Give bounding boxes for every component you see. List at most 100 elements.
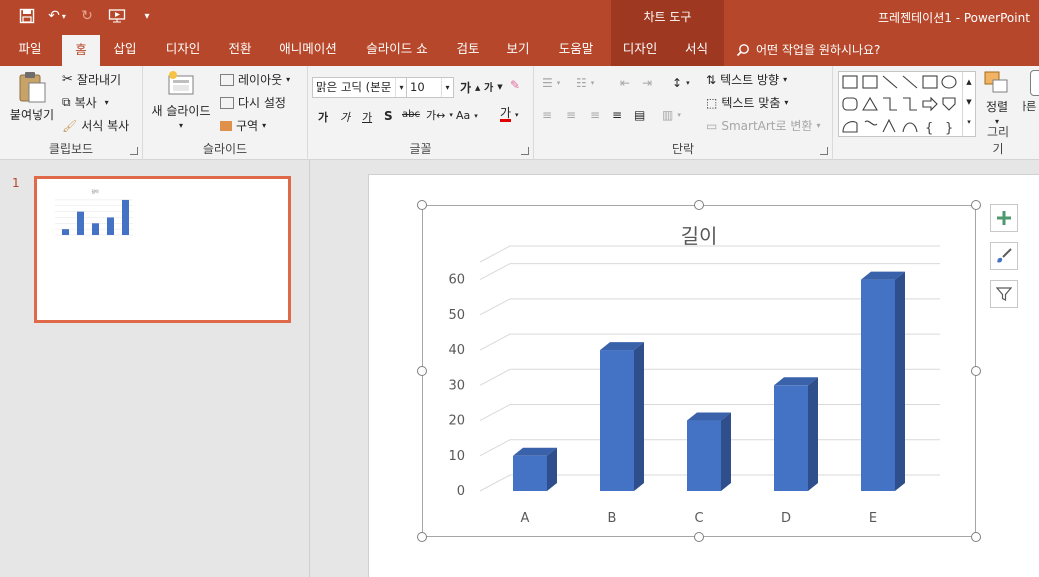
resize-handle-left[interactable] bbox=[417, 366, 427, 376]
redo-icon[interactable]: ↻ bbox=[78, 6, 96, 26]
tab-design[interactable]: 디자인 bbox=[158, 34, 208, 66]
tab-review[interactable]: 검토 bbox=[448, 34, 488, 66]
reset-button[interactable]: 다시 설정 bbox=[220, 94, 286, 111]
chart-styles-button[interactable] bbox=[990, 242, 1018, 270]
bar-front bbox=[861, 279, 895, 491]
tab-chart-format[interactable]: 서식 bbox=[669, 34, 724, 66]
shapes-gallery[interactable]: {} ▲ ▼ ▾ bbox=[838, 71, 976, 137]
slide-number: 1 bbox=[12, 176, 20, 190]
bold-icon[interactable]: 가 bbox=[318, 109, 328, 125]
resize-handle-bottom-right[interactable] bbox=[971, 532, 981, 542]
tab-insert[interactable]: 삽입 bbox=[105, 34, 145, 66]
tab-help[interactable]: 도움말 bbox=[548, 34, 604, 66]
arrange-button[interactable]: 정렬 ▾ bbox=[983, 70, 1011, 126]
y-tick-label: 40 bbox=[448, 343, 465, 358]
bar-A[interactable] bbox=[513, 447, 557, 491]
distributed-icon[interactable]: ▤ bbox=[634, 108, 645, 122]
font-size-combo[interactable]: 10 ▾ bbox=[406, 77, 454, 98]
thumbnail-bar bbox=[77, 211, 84, 235]
y-axis-labels: 0 10 20 30 40 50 60 bbox=[448, 273, 465, 499]
paragraph-launcher-icon[interactable] bbox=[820, 147, 828, 155]
strikethrough-icon[interactable]: abc bbox=[402, 109, 420, 120]
chart-object[interactable]: 길이 0 10 20 30 40 50 60 A B C D E bbox=[422, 205, 976, 537]
save-icon[interactable] bbox=[18, 6, 36, 26]
align-right-icon[interactable]: ≡ bbox=[590, 108, 600, 122]
undo-icon[interactable]: ↶ ▾ bbox=[48, 6, 66, 26]
underline-icon[interactable]: 가 bbox=[362, 109, 372, 125]
document-title: 프레젠테이션1 - PowerPoint bbox=[878, 11, 1030, 25]
chart-filters-button[interactable] bbox=[990, 280, 1018, 308]
bar-C[interactable] bbox=[687, 412, 731, 491]
clear-formatting-icon[interactable]: ✎ bbox=[510, 78, 520, 92]
tab-animations[interactable]: 애니메이션 bbox=[272, 34, 344, 66]
column-chart[interactable]: 길이 0 10 20 30 40 50 60 A B C D E bbox=[423, 206, 975, 536]
resize-handle-right[interactable] bbox=[971, 366, 981, 376]
font-color-icon[interactable]: 가 ▾ bbox=[500, 107, 519, 122]
resize-handle-top[interactable] bbox=[694, 200, 704, 210]
font-name-combo[interactable]: 맑은 고딕 (본문 ▾ bbox=[312, 77, 408, 98]
group-label-font: 글꼴 bbox=[409, 142, 432, 156]
align-center-icon[interactable]: ≡ bbox=[566, 108, 576, 122]
brush-icon bbox=[997, 248, 1012, 263]
section-icon bbox=[220, 120, 232, 131]
line-spacing-icon[interactable]: ↕ ▾ bbox=[672, 76, 690, 90]
tab-view[interactable]: 보기 bbox=[498, 34, 538, 66]
align-left-icon[interactable]: ≡ bbox=[542, 108, 552, 122]
section-button[interactable]: 구역 ▾ bbox=[220, 117, 266, 134]
font-launcher-icon[interactable] bbox=[521, 147, 529, 155]
copy-button[interactable]: ⧉ 복사 ▾ bbox=[62, 94, 109, 111]
tab-file[interactable]: 파일 bbox=[6, 34, 54, 66]
text-direction-button[interactable]: ⇅ 텍스트 방향 ▾ bbox=[706, 71, 787, 88]
bar-D[interactable] bbox=[774, 377, 818, 491]
bar-E[interactable] bbox=[861, 271, 905, 491]
quick-styles-button[interactable]: 빠른 스타일 bbox=[1023, 70, 1039, 114]
customize-qat-icon[interactable]: ▾ bbox=[138, 6, 156, 26]
convert-smartart-button[interactable]: ▭ SmartArt로 변환 ▾ bbox=[706, 117, 820, 134]
bar-B[interactable] bbox=[600, 342, 644, 491]
tell-me-box[interactable]: 어떤 작업을 원하시나요? bbox=[736, 34, 880, 66]
increase-font-size-icon[interactable]: 가 ▲ bbox=[460, 79, 480, 96]
bullets-icon[interactable]: ☰ ▾ bbox=[542, 76, 560, 90]
resize-handle-top-left[interactable] bbox=[417, 200, 427, 210]
decrease-font-size-icon[interactable]: 가 ▼ bbox=[484, 79, 503, 95]
clipboard-launcher-icon[interactable] bbox=[130, 147, 138, 155]
character-spacing-icon[interactable]: 가↔ ▾ bbox=[426, 107, 453, 123]
italic-icon[interactable]: 가 bbox=[340, 109, 350, 125]
resize-handle-bottom[interactable] bbox=[694, 532, 704, 542]
shapes-gallery-scroll[interactable]: ▲ ▼ ▾ bbox=[962, 72, 975, 136]
x-tick-label: C bbox=[694, 511, 703, 526]
cut-button[interactable]: ✂ 잘라내기 bbox=[62, 71, 121, 88]
y-tick-label: 60 bbox=[448, 273, 465, 288]
x-tick-label: D bbox=[781, 511, 791, 526]
new-slide-button[interactable]: 새 슬라이드 ▾ bbox=[149, 70, 213, 130]
start-from-beginning-icon[interactable] bbox=[108, 6, 126, 26]
chevron-down-icon[interactable]: ▼ bbox=[963, 92, 975, 112]
columns-icon[interactable]: ▥ ▾ bbox=[662, 108, 681, 122]
tab-slideshow[interactable]: 슬라이드 쇼 bbox=[356, 34, 438, 66]
chart-tools-title: 차트 도구 bbox=[643, 10, 692, 24]
justify-icon[interactable]: ≡ bbox=[612, 108, 622, 122]
chevron-up-icon[interactable]: ▲ bbox=[963, 72, 975, 92]
paste-button[interactable]: 붙여넣기 bbox=[8, 70, 56, 123]
group-paragraph: ☰ ▾ ☷ ▾ ⇤ ⇥ ↕ ▾ ≡ ≡ ≡ ≡ ▤ ▥ ▾ ⇅ 텍스트 방향 ▾ ⬚ 텍… bbox=[534, 66, 833, 160]
gridline-depth bbox=[479, 245, 511, 263]
resize-handle-bottom-left[interactable] bbox=[417, 532, 427, 542]
text-shadow-icon[interactable]: S bbox=[384, 109, 393, 123]
decrease-indent-icon[interactable]: ⇤ bbox=[620, 76, 630, 90]
tab-home[interactable]: 홈 bbox=[62, 35, 100, 66]
align-text-button[interactable]: ⬚ 텍스트 맞춤 ▾ bbox=[706, 94, 788, 111]
chart-elements-button[interactable] bbox=[990, 204, 1018, 232]
tell-me-text: 어떤 작업을 원하시나요? bbox=[756, 43, 881, 57]
increase-indent-icon[interactable]: ⇥ bbox=[642, 76, 652, 90]
tab-transitions[interactable]: 전환 bbox=[220, 34, 260, 66]
tab-chart-design[interactable]: 디자인 bbox=[611, 34, 669, 66]
change-case-icon[interactable]: Aa ▾ bbox=[456, 109, 478, 122]
chart-title[interactable]: 길이 bbox=[681, 224, 718, 248]
group-label-paragraph: 단락 bbox=[671, 142, 695, 156]
slide-thumbnail[interactable]: 길이 bbox=[34, 176, 291, 323]
layout-button[interactable]: 레이아웃 ▾ bbox=[220, 71, 290, 88]
format-painter-button[interactable]: 🖌 서식 복사 bbox=[62, 117, 129, 134]
more-icon[interactable]: ▾ bbox=[963, 112, 975, 132]
resize-handle-top-right[interactable] bbox=[971, 200, 981, 210]
numbering-icon[interactable]: ☷ ▾ bbox=[576, 76, 594, 90]
